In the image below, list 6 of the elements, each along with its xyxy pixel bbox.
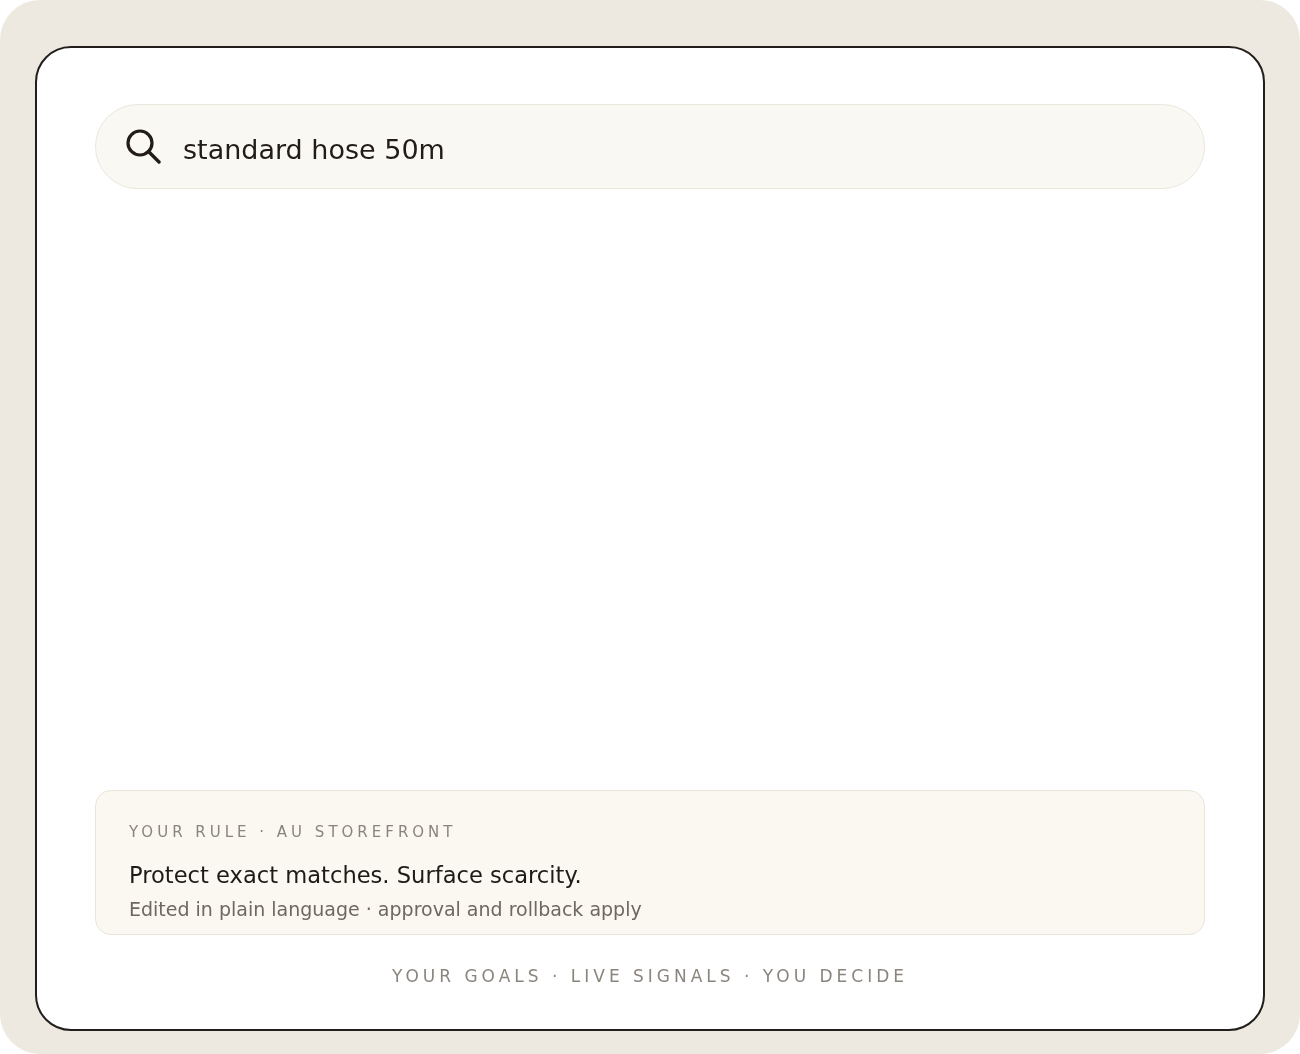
rule-label: YOUR RULE · AU STOREFRONT	[129, 823, 458, 841]
footer-tagline: YOUR GOALS · LIVE SIGNALS · YOU DECIDE	[390, 965, 910, 987]
search-icon	[125, 128, 161, 164]
rule-note: Edited in plain language · approval and rollback apply	[129, 897, 643, 921]
search-field[interactable]: standard hose 50m	[95, 104, 1205, 189]
rule-title: Protect exact matches. Surface scarcity.	[129, 861, 583, 889]
